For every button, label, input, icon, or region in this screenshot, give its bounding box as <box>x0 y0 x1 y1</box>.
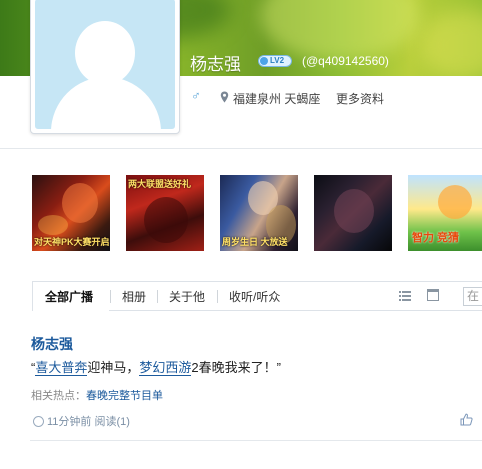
thumb-caption: 对天神PK大赛开启 <box>34 237 110 247</box>
topic-link[interactable]: 喜大普奔 <box>35 360 88 376</box>
location-text: 福建泉州 天蝎座 <box>233 92 321 106</box>
tab-all-broadcasts[interactable]: 全部广播 <box>45 288 93 305</box>
post-content: “喜大普奔迎神马，梦幻西游2春晚我来了！” <box>31 357 281 376</box>
thumb-caption: 周岁生日 大放送 <box>222 237 288 247</box>
tab-about[interactable]: 关于他 <box>169 288 205 305</box>
calendar-icon[interactable] <box>427 289 439 301</box>
quote-mark: ” <box>276 360 281 375</box>
game-thumb-2[interactable]: 两大联盟送好礼 <box>126 175 204 251</box>
level-icon <box>260 57 268 65</box>
avatar[interactable] <box>30 0 180 134</box>
game-thumb-3[interactable]: 周岁生日 大放送 <box>220 175 298 251</box>
tab-album[interactable]: 相册 <box>122 288 146 305</box>
post-text-segment: 迎神马， <box>87 360 140 375</box>
tab-divider <box>110 290 111 303</box>
clock-icon <box>33 416 44 427</box>
post-time[interactable]: 11分钟前 <box>47 416 91 428</box>
post-meta: 11分钟前 阅读(1) <box>33 413 130 429</box>
level-badge[interactable]: LV2 <box>258 55 292 67</box>
male-icon: ♂ <box>191 88 201 103</box>
tab-followers[interactable]: 收听/听众 <box>229 288 280 305</box>
divider <box>30 440 482 441</box>
related-hot-topics: 相关热点：春晚完整节目单 <box>31 387 163 403</box>
tab-divider <box>217 290 218 303</box>
thumb-caption: 智力 竞猜 <box>412 232 460 244</box>
tab-bar: 全部广播 相册 关于他 收听/听众 在 <box>32 281 482 311</box>
game-thumb-4[interactable] <box>314 175 392 251</box>
account-id: (@q409142560) <box>302 54 389 68</box>
location-pin-icon <box>220 91 229 103</box>
level-badge-label: LV2 <box>270 56 285 65</box>
related-link[interactable]: 春晚完整节目单 <box>86 390 163 402</box>
post-text-segment: 2春晚我来了！ <box>191 360 277 375</box>
game-thumb-5[interactable]: 智力 竞猜 <box>408 175 482 251</box>
tab-divider <box>157 290 158 303</box>
related-label: 相关热点： <box>31 390 86 402</box>
thumbs-up-icon[interactable] <box>460 413 473 426</box>
search-input[interactable]: 在 <box>463 287 482 306</box>
profile-name: 杨志强 <box>190 55 241 74</box>
list-view-icon[interactable] <box>399 290 411 302</box>
more-info-link[interactable]: 更多资料 <box>336 90 384 107</box>
thumb-caption: 两大联盟送好礼 <box>128 179 192 189</box>
avatar-head-silhouette <box>75 21 135 85</box>
post-author[interactable]: 杨志强 <box>31 334 73 354</box>
divider <box>0 148 482 149</box>
read-count: 阅读(1) <box>94 416 130 428</box>
game-thumb-1[interactable]: 对天神PK大赛开启 <box>32 175 110 251</box>
topic-link[interactable]: 梦幻西游 <box>139 360 192 376</box>
